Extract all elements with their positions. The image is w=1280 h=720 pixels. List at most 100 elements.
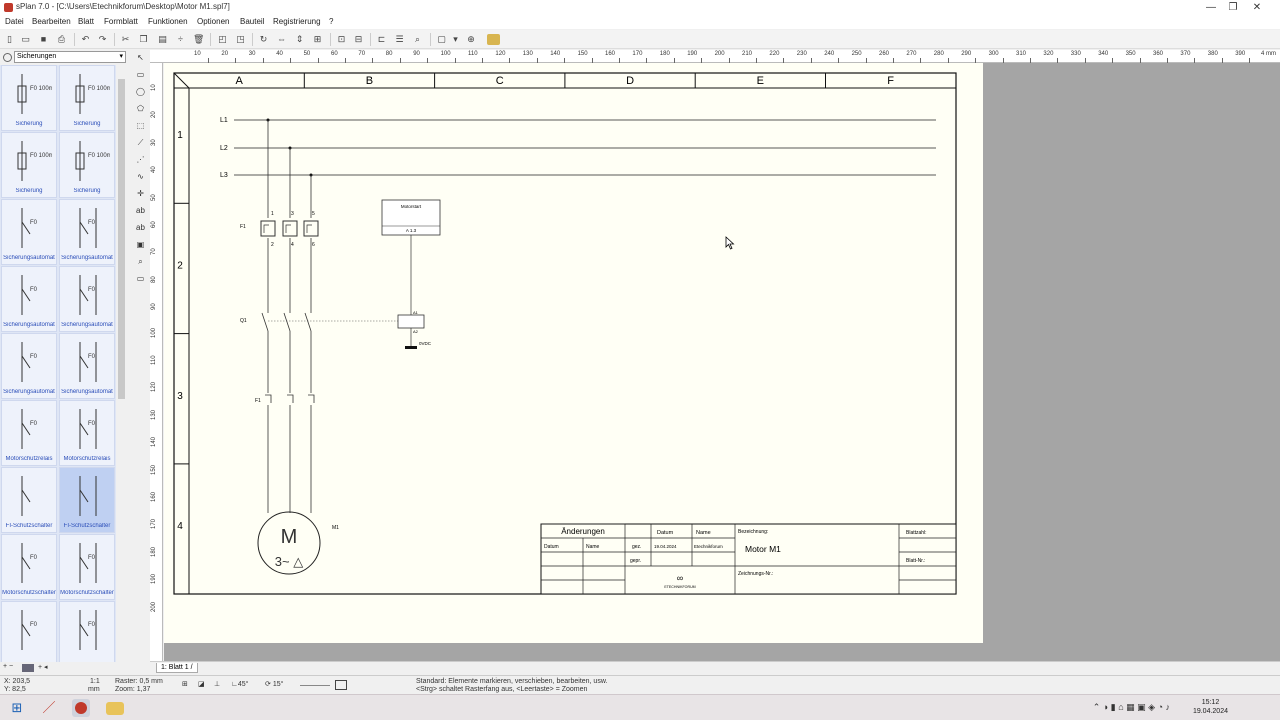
line-style-preview[interactable] [300, 685, 330, 686]
windows-start-icon[interactable]: ⊞ [8, 699, 26, 717]
ungroup-icon[interactable]: ⊟ [353, 34, 364, 45]
pointer-tool-icon[interactable]: ↖ [135, 52, 146, 63]
rotate-icon[interactable]: ↻ [258, 34, 269, 45]
angle-45[interactable]: ∟45° [231, 681, 248, 689]
ruler-tick-label: 330 [1070, 51, 1081, 57]
library-item[interactable]: F0 Motorschutzrelais [1, 400, 57, 466]
menu-datei[interactable]: Datei [5, 17, 24, 26]
library-item[interactable]: F0 Sicherungsautomat [1, 266, 57, 332]
ruler-tick-label: 140 [550, 51, 561, 57]
ruler-tick-label: 160 [151, 491, 157, 502]
tray-icons[interactable]: ⌃ ◑ ▮ ⌂ ▦ ▣ ◈ ◔ ♪ [1093, 702, 1170, 713]
delete-icon[interactable]: 🗑 [193, 34, 204, 45]
snap-icon[interactable]: ⊥ [214, 681, 220, 689]
library-item[interactable]: F0 Motorschutzschalter [59, 534, 115, 600]
pen-app-icon[interactable]: ／ [40, 699, 58, 717]
poly-rect-tool-icon[interactable]: ⬚ [135, 120, 146, 131]
library-item-label: Sicherungsautomat [61, 322, 113, 328]
menu-formblatt[interactable]: Formblatt [104, 17, 138, 26]
nav-arrows-icon[interactable]: + ◂ [38, 663, 48, 671]
library-item[interactable]: FI-Schutzschalter [59, 467, 115, 533]
line-tool-icon[interactable]: ⟋ [135, 137, 146, 148]
library-item[interactable]: FI-Schutzschalter [1, 467, 57, 533]
library-item[interactable]: F0 100mA Sicherung [1, 65, 57, 131]
grid-toggle-icon[interactable]: ⊞ [182, 681, 188, 689]
ellipse-tool-icon[interactable]: ◯ [135, 86, 146, 97]
polyline-tool-icon[interactable]: ⋰ [135, 154, 146, 165]
menu-bauteil[interactable]: Bauteil [240, 17, 264, 26]
search-icon[interactable]: ⌕ [412, 34, 423, 45]
library-item[interactable]: F0 [59, 601, 115, 662]
component-symbol-icon: F0 [21, 610, 38, 650]
library-icon[interactable] [487, 34, 500, 45]
library-item[interactable]: F0 Sicherungsautomat [1, 333, 57, 399]
library-item-label: Sicherungsautomat [61, 255, 113, 261]
library-item[interactable]: F0 Sicherungsautomat [59, 333, 115, 399]
mirror-h-icon[interactable]: ⇔ [276, 34, 287, 45]
library-item[interactable]: F0 Motorschutzschalter [1, 534, 57, 600]
junction-tool-icon[interactable]: ✛ [135, 188, 146, 199]
textbox-tool-icon[interactable]: ab [135, 222, 146, 233]
image-tool-icon[interactable]: ▣ [135, 239, 146, 250]
menu-funktionen[interactable]: Funktionen [148, 17, 188, 26]
schematic-canvas[interactable]: L1 L2 L3 F1 1 3 5 2 4 6 Q1 F1 M 3~ △ M1 … [164, 63, 983, 643]
new-file-icon[interactable]: ▯ [4, 34, 15, 45]
zoom-tool-icon[interactable]: ⌕ [135, 256, 146, 267]
library-item[interactable]: F0 Sicherungsautomat [59, 199, 115, 265]
align-icon[interactable]: ⊞ [312, 34, 323, 45]
paste-icon[interactable]: ▤ [157, 34, 168, 45]
menu-bearbeiten[interactable]: Bearbeiten [32, 17, 71, 26]
scroll-thumb[interactable] [118, 79, 125, 399]
text-tool-icon[interactable]: ab [135, 205, 146, 216]
open-folder-icon[interactable]: ▭ [20, 34, 31, 45]
status-grid[interactable]: Raster: 0,5 mm [115, 678, 163, 686]
splan-taskbar-icon[interactable] [72, 699, 90, 717]
clock[interactable]: 15:12 19.04.2024 [1193, 698, 1228, 716]
library-item[interactable]: F0 Sicherungsautomat [59, 266, 115, 332]
close-button[interactable]: ✕ [1234, 0, 1280, 15]
chevron-down-icon[interactable]: ▾ [450, 34, 461, 45]
rectangle-tool-icon[interactable]: ▭ [135, 69, 146, 80]
group-icon[interactable]: ⊡ [336, 34, 347, 45]
library-item[interactable]: F0 100mA Sicherung [1, 132, 57, 198]
library-item[interactable]: F0 100mA Sicherung [59, 132, 115, 198]
polygon-tool-icon[interactable]: ⬠ [135, 103, 146, 114]
nav-add-icon[interactable]: + − [3, 663, 13, 670]
print-icon[interactable]: ⎙ [56, 34, 67, 45]
nav-page-icon[interactable] [22, 664, 34, 672]
library-item[interactable]: F0 Sicherungsautomat [1, 199, 57, 265]
menu-help[interactable]: ? [329, 17, 333, 26]
send-back-icon[interactable]: ◳ [235, 34, 246, 45]
zoom-icon[interactable]: ⊕ [464, 34, 478, 45]
library-scrollbar[interactable] [117, 65, 126, 662]
explorer-icon[interactable] [106, 702, 124, 715]
page-icon[interactable]: ▢ [436, 34, 447, 45]
library-item[interactable]: F0 100mA Sicherung [59, 65, 115, 131]
status-zoom[interactable]: Zoom: 1,37 [115, 686, 150, 694]
save-icon[interactable]: ■ [38, 34, 49, 45]
fill-preview[interactable] [335, 680, 347, 690]
bring-front-icon[interactable]: ◰ [217, 34, 228, 45]
undo-icon[interactable]: ↶ [80, 34, 91, 45]
library-item[interactable]: F0 Motorschutzrelais [59, 400, 115, 466]
eraser-icon[interactable]: ◪ [198, 681, 205, 689]
redo-icon[interactable]: ↷ [97, 34, 108, 45]
fuse-f1-symbol [260, 220, 319, 237]
drawing-sheet[interactable]: L1 L2 L3 F1 1 3 5 2 4 6 Q1 F1 M 3~ △ M1 … [164, 63, 983, 643]
angle-15[interactable]: ⟳ 15° [265, 681, 283, 689]
tab-blatt-1[interactable]: 1: Blatt 1 / [156, 663, 198, 673]
list-icon[interactable]: ☰ [394, 34, 405, 45]
library-item[interactable]: F0 [1, 601, 57, 662]
copy-icon[interactable]: ❐ [138, 34, 149, 45]
cut-icon[interactable]: ✂ [120, 34, 131, 45]
duplicate-icon[interactable]: ÷ [175, 34, 186, 45]
component-icon[interactable]: ⊏ [376, 34, 387, 45]
menu-optionen[interactable]: Optionen [197, 17, 229, 26]
bezier-tool-icon[interactable]: ∿ [135, 171, 146, 182]
library-group-select[interactable]: Sicherungen ▾ [14, 51, 126, 63]
menu-blatt[interactable]: Blatt [78, 17, 94, 26]
menu-registrierung[interactable]: Registrierung [273, 17, 321, 26]
measure-tool-icon[interactable]: ▭ [135, 273, 146, 284]
taskbar: ⊞ ／ ⌃ ◑ ▮ ⌂ ▦ ▣ ◈ ◔ ♪ 15:12 19.04.2024 [0, 694, 1280, 720]
mirror-v-icon[interactable]: ⇕ [294, 34, 305, 45]
